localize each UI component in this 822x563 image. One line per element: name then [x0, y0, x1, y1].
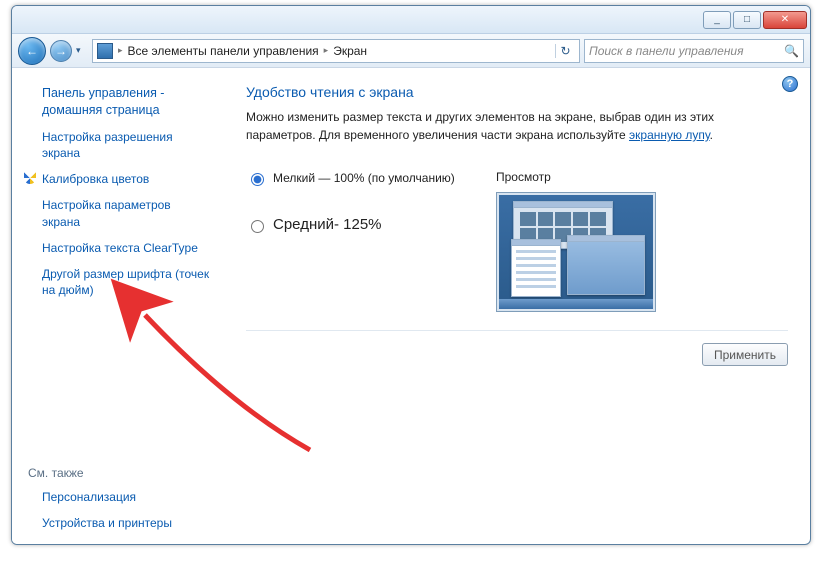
sidebar-see-also: См. также Персонализация Устройства и пр…	[26, 448, 212, 536]
search-icon: 🔍	[784, 44, 799, 58]
search-input[interactable]: Поиск в панели управления 🔍	[584, 39, 804, 63]
magnifier-link[interactable]: экранную лупу	[629, 128, 710, 142]
arrow-right-icon: →	[55, 44, 67, 58]
arrow-left-icon: ←	[26, 44, 38, 58]
option-medium[interactable]: Средний- 125%	[246, 216, 456, 233]
sidebar-item-resolution[interactable]: Настройка разрешения экрана	[26, 124, 212, 166]
help-button[interactable]: ?	[782, 76, 798, 92]
back-button[interactable]: ←	[18, 37, 46, 65]
chevron-right-icon: ▸	[117, 45, 124, 56]
forward-button[interactable]: →	[50, 40, 72, 62]
sidebar-item-custom-dpi[interactable]: Другой размер шрифта (точек на дюйм)	[26, 261, 212, 303]
close-button[interactable]: ✕	[763, 11, 807, 29]
preview-section: Просмотр	[496, 170, 656, 312]
option-medium-radio[interactable]	[251, 220, 264, 233]
apply-button[interactable]: Применить	[702, 343, 788, 366]
preview-label: Просмотр	[496, 170, 656, 184]
option-small-radio[interactable]	[251, 173, 264, 186]
history-dropdown[interactable]: ▾	[76, 45, 88, 56]
control-panel-window: _ □ ✕ ← → ▾ ▸ Все элементы панели управл…	[11, 5, 811, 545]
refresh-button[interactable]: ↻	[555, 44, 575, 58]
breadcrumb[interactable]: ▸ Все элементы панели управления ▸ Экран…	[92, 39, 580, 63]
maximize-button[interactable]: □	[733, 11, 761, 29]
sidebar-item-cleartype[interactable]: Настройка текста ClearType	[26, 235, 212, 261]
option-medium-label: Средний- 125%	[273, 216, 382, 233]
sidebar: Панель управления - домашняя страница На…	[12, 68, 222, 544]
main-content: ? Удобство чтения с экрана Можно изменит…	[222, 68, 810, 544]
option-small[interactable]: Мелкий — 100% (по умолчанию)	[246, 170, 456, 186]
button-row: Применить	[246, 330, 788, 366]
breadcrumb-parent[interactable]: Все элементы панели управления	[128, 44, 319, 58]
size-options: Мелкий — 100% (по умолчанию) Средний- 12…	[246, 170, 456, 312]
minimize-button[interactable]: _	[703, 11, 731, 29]
sidebar-item-color-calibration[interactable]: Калибровка цветов	[26, 166, 212, 192]
see-also-label: См. также	[26, 462, 212, 484]
page-title: Удобство чтения с экрана	[246, 84, 788, 100]
breadcrumb-current[interactable]: Экран	[333, 44, 367, 58]
see-also-personalization[interactable]: Персонализация	[26, 484, 212, 510]
control-panel-icon	[97, 43, 113, 59]
page-description: Можно изменить размер текста и других эл…	[246, 108, 786, 144]
sidebar-home-link[interactable]: Панель управления - домашняя страница	[26, 80, 212, 124]
search-placeholder: Поиск в панели управления	[589, 44, 744, 58]
see-also-devices-printers[interactable]: Устройства и принтеры	[26, 510, 212, 536]
preview-image	[496, 192, 656, 312]
navigation-bar: ← → ▾ ▸ Все элементы панели управления ▸…	[12, 34, 810, 68]
sidebar-item-display-settings[interactable]: Настройка параметров экрана	[26, 192, 212, 234]
option-small-label: Мелкий — 100% (по умолчанию)	[273, 171, 455, 185]
chevron-right-icon: ▸	[323, 45, 330, 56]
titlebar: _ □ ✕	[12, 6, 810, 34]
